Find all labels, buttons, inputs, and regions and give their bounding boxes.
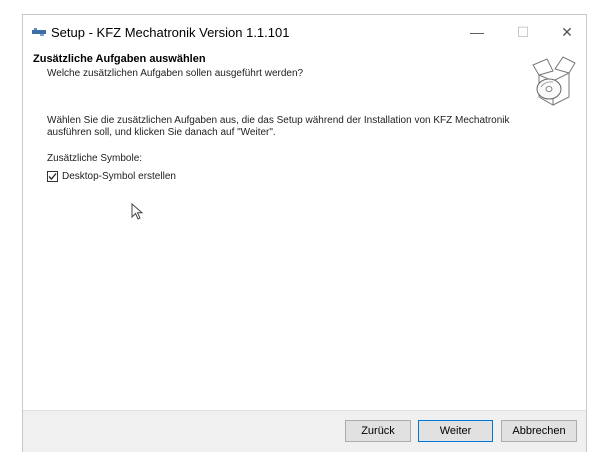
close-icon: ✕ bbox=[561, 23, 573, 40]
wizard-footer: Zurück Weiter Abbrechen bbox=[23, 410, 586, 452]
window-title: Setup - KFZ Mechatronik Version 1.1.101 bbox=[51, 25, 290, 40]
setup-box-icon bbox=[532, 56, 576, 106]
wizard-content: Wählen Sie die zusätzlichen Aufgaben aus… bbox=[23, 105, 586, 405]
setup-window: Setup - KFZ Mechatronik Version 1.1.101 … bbox=[22, 14, 587, 452]
next-button[interactable]: Weiter bbox=[418, 420, 493, 442]
title-bar[interactable]: Setup - KFZ Mechatronik Version 1.1.101 … bbox=[23, 15, 586, 49]
maximize-icon: ☐ bbox=[516, 23, 530, 40]
page-title: Zusätzliche Aufgaben auswählen bbox=[33, 53, 206, 65]
minimize-button[interactable]: — bbox=[454, 15, 500, 49]
page-subtitle: Welche zusätzlichen Aufgaben sollen ausg… bbox=[47, 68, 304, 79]
setup-app-icon bbox=[32, 28, 46, 36]
back-button[interactable]: Zurück bbox=[345, 420, 411, 442]
additional-symbols-label: Zusätzliche Symbole: bbox=[47, 153, 143, 164]
mouse-cursor-icon bbox=[131, 203, 144, 220]
task-desktop-icon[interactable]: Desktop-Symbol erstellen bbox=[47, 171, 176, 182]
close-button[interactable]: ✕ bbox=[544, 15, 589, 49]
intro-line-1: Wählen Sie die zusätzlichen Aufgaben aus… bbox=[47, 115, 510, 126]
desktop-icon-checkbox[interactable] bbox=[47, 171, 58, 182]
minimize-icon: — bbox=[470, 24, 484, 40]
maximize-button[interactable]: ☐ bbox=[500, 15, 546, 49]
intro-text: Wählen Sie die zusätzlichen Aufgaben aus… bbox=[47, 115, 547, 139]
cancel-button[interactable]: Abbrechen bbox=[501, 420, 577, 442]
checkmark-icon bbox=[48, 173, 57, 180]
desktop-icon-label: Desktop-Symbol erstellen bbox=[62, 171, 176, 182]
intro-line-2: ausführen soll, und klicken Sie danach a… bbox=[47, 127, 276, 138]
